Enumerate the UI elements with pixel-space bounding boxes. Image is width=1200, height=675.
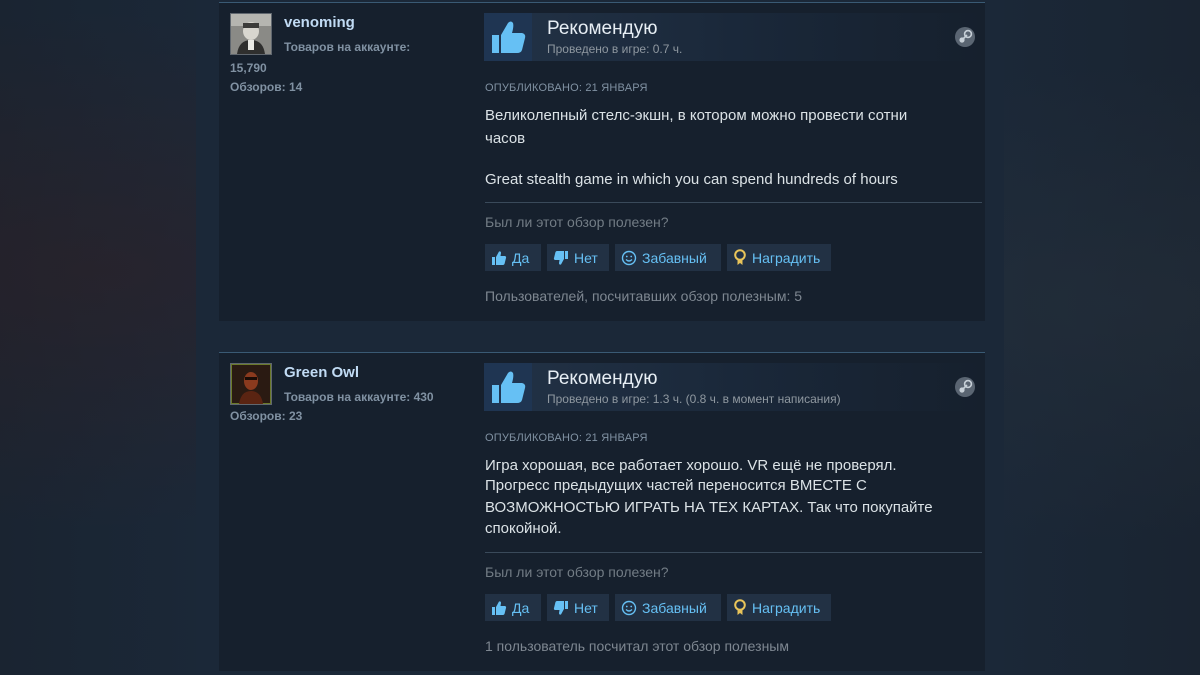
award-button[interactable]: Наградить [727, 244, 831, 271]
award-label: Наградить [752, 249, 821, 266]
award-button[interactable]: Наградить [727, 594, 831, 621]
hours-played: Проведено в игре: 0.7 ч. [547, 42, 683, 56]
author-name[interactable]: venoming [284, 14, 355, 31]
review-text-line: спокойной. [485, 520, 562, 537]
vote-yes-label: Да [512, 249, 530, 266]
vote-header[interactable]: Рекомендую Проведено в игре: 0.7 ч. [484, 13, 982, 61]
review-card: Green Owl Товаров на аккаунте: 430 Обзор… [219, 352, 985, 671]
review-text-line: часов [485, 130, 526, 147]
vote-yes-label: Да [512, 599, 530, 616]
review-text-line: Great stealth game in which you can spen… [485, 171, 898, 188]
products-label[interactable]: Товаров на аккаунте: 430 [284, 390, 434, 404]
review-text-line: ВОЗМОЖНОСТЬЮ ИГРАТЬ НА ТЕХ КАРТАХ. Так ч… [485, 499, 933, 516]
hours-played: Проведено в игре: 1.3 ч. (0.8 ч. в момен… [547, 392, 841, 406]
helpful-question: Был ли этот обзор полезен? [485, 564, 669, 580]
steam-icon [954, 26, 976, 48]
divider [485, 202, 982, 203]
review-card: venoming Товаров на аккаунте: 15,790 Обз… [219, 2, 985, 321]
vote-yes-button[interactable]: Да [485, 594, 541, 621]
thumbs-down-icon [553, 600, 568, 615]
vote-no-button[interactable]: Нет [547, 244, 609, 271]
vote-funny-label: Забавный [642, 599, 707, 616]
vote-yes-button[interactable]: Да [485, 244, 541, 271]
steam-icon [954, 376, 976, 398]
helpful-count: 1 пользователь посчитал этот обзор полез… [485, 638, 789, 654]
vote-funny-button[interactable]: Забавный [615, 244, 721, 271]
verdict-title[interactable]: Рекомендую [547, 368, 657, 390]
thumbs-up-icon [492, 250, 507, 265]
thumbs-up-icon [492, 600, 507, 615]
products-label[interactable]: Товаров на аккаунте: [284, 40, 410, 54]
award-icon [734, 599, 746, 615]
avatar[interactable] [230, 13, 272, 55]
vote-no-label: Нет [574, 249, 598, 266]
divider [485, 552, 982, 553]
posted-date: ОПУБЛИКОВАНО: 21 ЯНВАРЯ [485, 432, 648, 444]
smile-icon [621, 250, 637, 265]
vote-funny-button[interactable]: Забавный [615, 594, 721, 621]
vote-funny-label: Забавный [642, 249, 707, 266]
review-text-line: Прогресс предыдущих частей переносится В… [485, 477, 867, 494]
review-text-line: Великолепный стелс-экшн, в котором можно… [485, 107, 908, 124]
vote-no-button[interactable]: Нет [547, 594, 609, 621]
avatar[interactable] [230, 363, 272, 405]
thumbs-up-icon [484, 363, 532, 411]
author-name[interactable]: Green Owl [284, 364, 359, 381]
thumbs-up-icon [484, 13, 532, 61]
posted-date: ОПУБЛИКОВАНО: 21 ЯНВАРЯ [485, 82, 648, 94]
reviews-count[interactable]: Обзоров: 23 [230, 409, 302, 423]
verdict-title[interactable]: Рекомендую [547, 18, 657, 40]
thumbs-down-icon [553, 250, 568, 265]
vote-no-label: Нет [574, 599, 598, 616]
award-label: Наградить [752, 599, 821, 616]
smile-icon [621, 600, 637, 615]
helpful-count: Пользователей, посчитавших обзор полезны… [485, 288, 803, 304]
award-icon [734, 249, 746, 265]
helpful-question: Был ли этот обзор полезен? [485, 214, 669, 230]
vote-header[interactable]: Рекомендую Проведено в игре: 1.3 ч. (0.8… [484, 363, 982, 411]
reviews-count[interactable]: Обзоров: 14 [230, 80, 302, 94]
products-count[interactable]: 15,790 [230, 61, 267, 75]
review-text-line: Игра хорошая, все работает хорошо. VR ещ… [485, 457, 897, 474]
